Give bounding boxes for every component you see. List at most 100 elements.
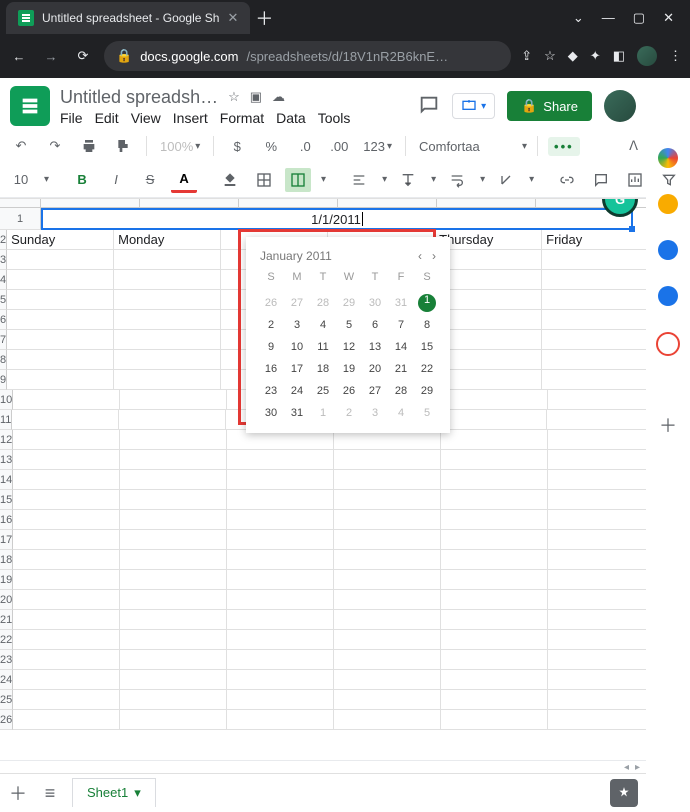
cell[interactable] bbox=[441, 530, 548, 550]
calendar-sidebar-icon[interactable] bbox=[658, 148, 678, 168]
row-header[interactable]: 8 bbox=[0, 350, 7, 370]
cell[interactable] bbox=[227, 690, 334, 710]
extension-icon[interactable]: ◆ bbox=[568, 48, 578, 64]
cell[interactable] bbox=[334, 610, 441, 630]
cell[interactable]: Friday bbox=[542, 230, 646, 250]
row-header[interactable]: 1 bbox=[0, 208, 41, 230]
date-picker-day[interactable]: 22 bbox=[416, 359, 438, 379]
cell[interactable] bbox=[548, 650, 646, 670]
cell[interactable] bbox=[334, 670, 441, 690]
editing-cell[interactable]: 1/1/2011 bbox=[41, 208, 633, 230]
cell[interactable] bbox=[227, 490, 334, 510]
kebab-menu-icon[interactable]: ⋮ bbox=[669, 48, 682, 64]
date-picker-day[interactable]: 29 bbox=[338, 293, 360, 313]
date-picker-day[interactable]: 17 bbox=[286, 359, 308, 379]
date-picker-day[interactable]: 12 bbox=[338, 337, 360, 357]
cell[interactable] bbox=[13, 650, 120, 670]
cell[interactable] bbox=[334, 590, 441, 610]
cloud-icon[interactable]: ☁ bbox=[272, 89, 285, 105]
date-picker-day[interactable]: 8 bbox=[416, 315, 438, 335]
cell[interactable] bbox=[13, 670, 120, 690]
cell[interactable] bbox=[548, 690, 646, 710]
cell[interactable] bbox=[120, 550, 227, 570]
cell[interactable] bbox=[13, 450, 120, 470]
cell[interactable] bbox=[120, 390, 227, 410]
window-down-icon[interactable]: ⌄ bbox=[573, 10, 584, 26]
cell[interactable] bbox=[548, 390, 646, 410]
cell[interactable] bbox=[548, 550, 646, 570]
cell[interactable] bbox=[334, 510, 441, 530]
cell[interactable] bbox=[114, 310, 221, 330]
cell[interactable] bbox=[13, 630, 120, 650]
cell[interactable] bbox=[227, 610, 334, 630]
cell[interactable] bbox=[13, 590, 120, 610]
cell[interactable] bbox=[334, 690, 441, 710]
row-header[interactable]: 6 bbox=[0, 310, 7, 330]
date-picker-day[interactable]: 1 bbox=[416, 293, 438, 313]
add-sheet-button[interactable]: ＋ bbox=[8, 780, 28, 806]
cell[interactable] bbox=[120, 450, 227, 470]
cell[interactable] bbox=[13, 710, 120, 730]
fill-color-button[interactable] bbox=[217, 168, 243, 192]
link-button[interactable] bbox=[554, 168, 580, 192]
date-picker-day[interactable]: 7 bbox=[390, 315, 412, 335]
menu-insert[interactable]: Insert bbox=[173, 110, 208, 126]
cell[interactable] bbox=[114, 250, 221, 270]
menu-format[interactable]: Format bbox=[220, 110, 264, 126]
cell[interactable] bbox=[334, 630, 441, 650]
rotate-button[interactable] bbox=[493, 168, 519, 192]
date-picker-next-button[interactable]: › bbox=[432, 249, 436, 263]
date-picker-day[interactable]: 19 bbox=[338, 359, 360, 379]
cell[interactable] bbox=[7, 350, 114, 370]
cell[interactable] bbox=[120, 630, 227, 650]
row-header[interactable]: 21 bbox=[0, 610, 13, 630]
cell[interactable] bbox=[548, 670, 646, 690]
undo-button[interactable]: ↶ bbox=[8, 134, 34, 158]
star-icon[interactable]: ☆ bbox=[228, 89, 240, 105]
cell[interactable] bbox=[227, 470, 334, 490]
row-header[interactable]: 13 bbox=[0, 450, 13, 470]
date-picker-day[interactable]: 3 bbox=[364, 403, 386, 423]
back-button[interactable]: ← bbox=[8, 45, 30, 67]
bookmark-icon[interactable]: ☆ bbox=[544, 48, 556, 64]
cell[interactable] bbox=[7, 310, 114, 330]
cell[interactable] bbox=[334, 710, 441, 730]
spreadsheet-grid[interactable]: 11/1/20112SundayMondayThursdayFriday3456… bbox=[0, 198, 646, 760]
cell[interactable] bbox=[441, 450, 548, 470]
window-close-icon[interactable]: ✕ bbox=[663, 10, 674, 26]
row-header[interactable]: 4 bbox=[0, 270, 7, 290]
row-header[interactable]: 3 bbox=[0, 250, 7, 270]
sheet-tab-active[interactable]: Sheet1 ▾ bbox=[72, 778, 156, 807]
cell[interactable] bbox=[227, 530, 334, 550]
window-maximize-icon[interactable]: ▢ bbox=[633, 10, 645, 26]
cell[interactable] bbox=[435, 330, 542, 350]
cell[interactable] bbox=[227, 450, 334, 470]
date-picker-day[interactable]: 25 bbox=[312, 381, 334, 401]
cell[interactable] bbox=[13, 430, 120, 450]
cell[interactable] bbox=[13, 470, 120, 490]
menu-view[interactable]: View bbox=[131, 110, 161, 126]
cell[interactable]: Monday bbox=[114, 230, 221, 250]
cell[interactable] bbox=[334, 570, 441, 590]
date-picker-prev-button[interactable]: ‹ bbox=[418, 249, 422, 263]
date-picker-day[interactable]: 23 bbox=[260, 381, 282, 401]
bold-button[interactable]: B bbox=[69, 168, 95, 192]
cell[interactable] bbox=[7, 370, 114, 390]
cell[interactable] bbox=[227, 670, 334, 690]
cell[interactable] bbox=[435, 290, 542, 310]
format-currency-button[interactable]: $ bbox=[224, 134, 250, 158]
date-picker-day[interactable]: 21 bbox=[390, 359, 412, 379]
zoom-select[interactable]: 100%▾ bbox=[157, 134, 203, 158]
cell[interactable] bbox=[548, 710, 646, 730]
cell[interactable] bbox=[120, 670, 227, 690]
date-picker-day[interactable]: 27 bbox=[364, 381, 386, 401]
cell[interactable] bbox=[542, 350, 646, 370]
cell[interactable] bbox=[334, 490, 441, 510]
date-picker-day[interactable]: 24 bbox=[286, 381, 308, 401]
cell[interactable] bbox=[13, 390, 120, 410]
date-picker-day[interactable]: 20 bbox=[364, 359, 386, 379]
date-picker-day[interactable]: 26 bbox=[260, 293, 282, 313]
cell[interactable] bbox=[441, 650, 548, 670]
cell[interactable] bbox=[12, 410, 119, 430]
cell[interactable] bbox=[120, 650, 227, 670]
